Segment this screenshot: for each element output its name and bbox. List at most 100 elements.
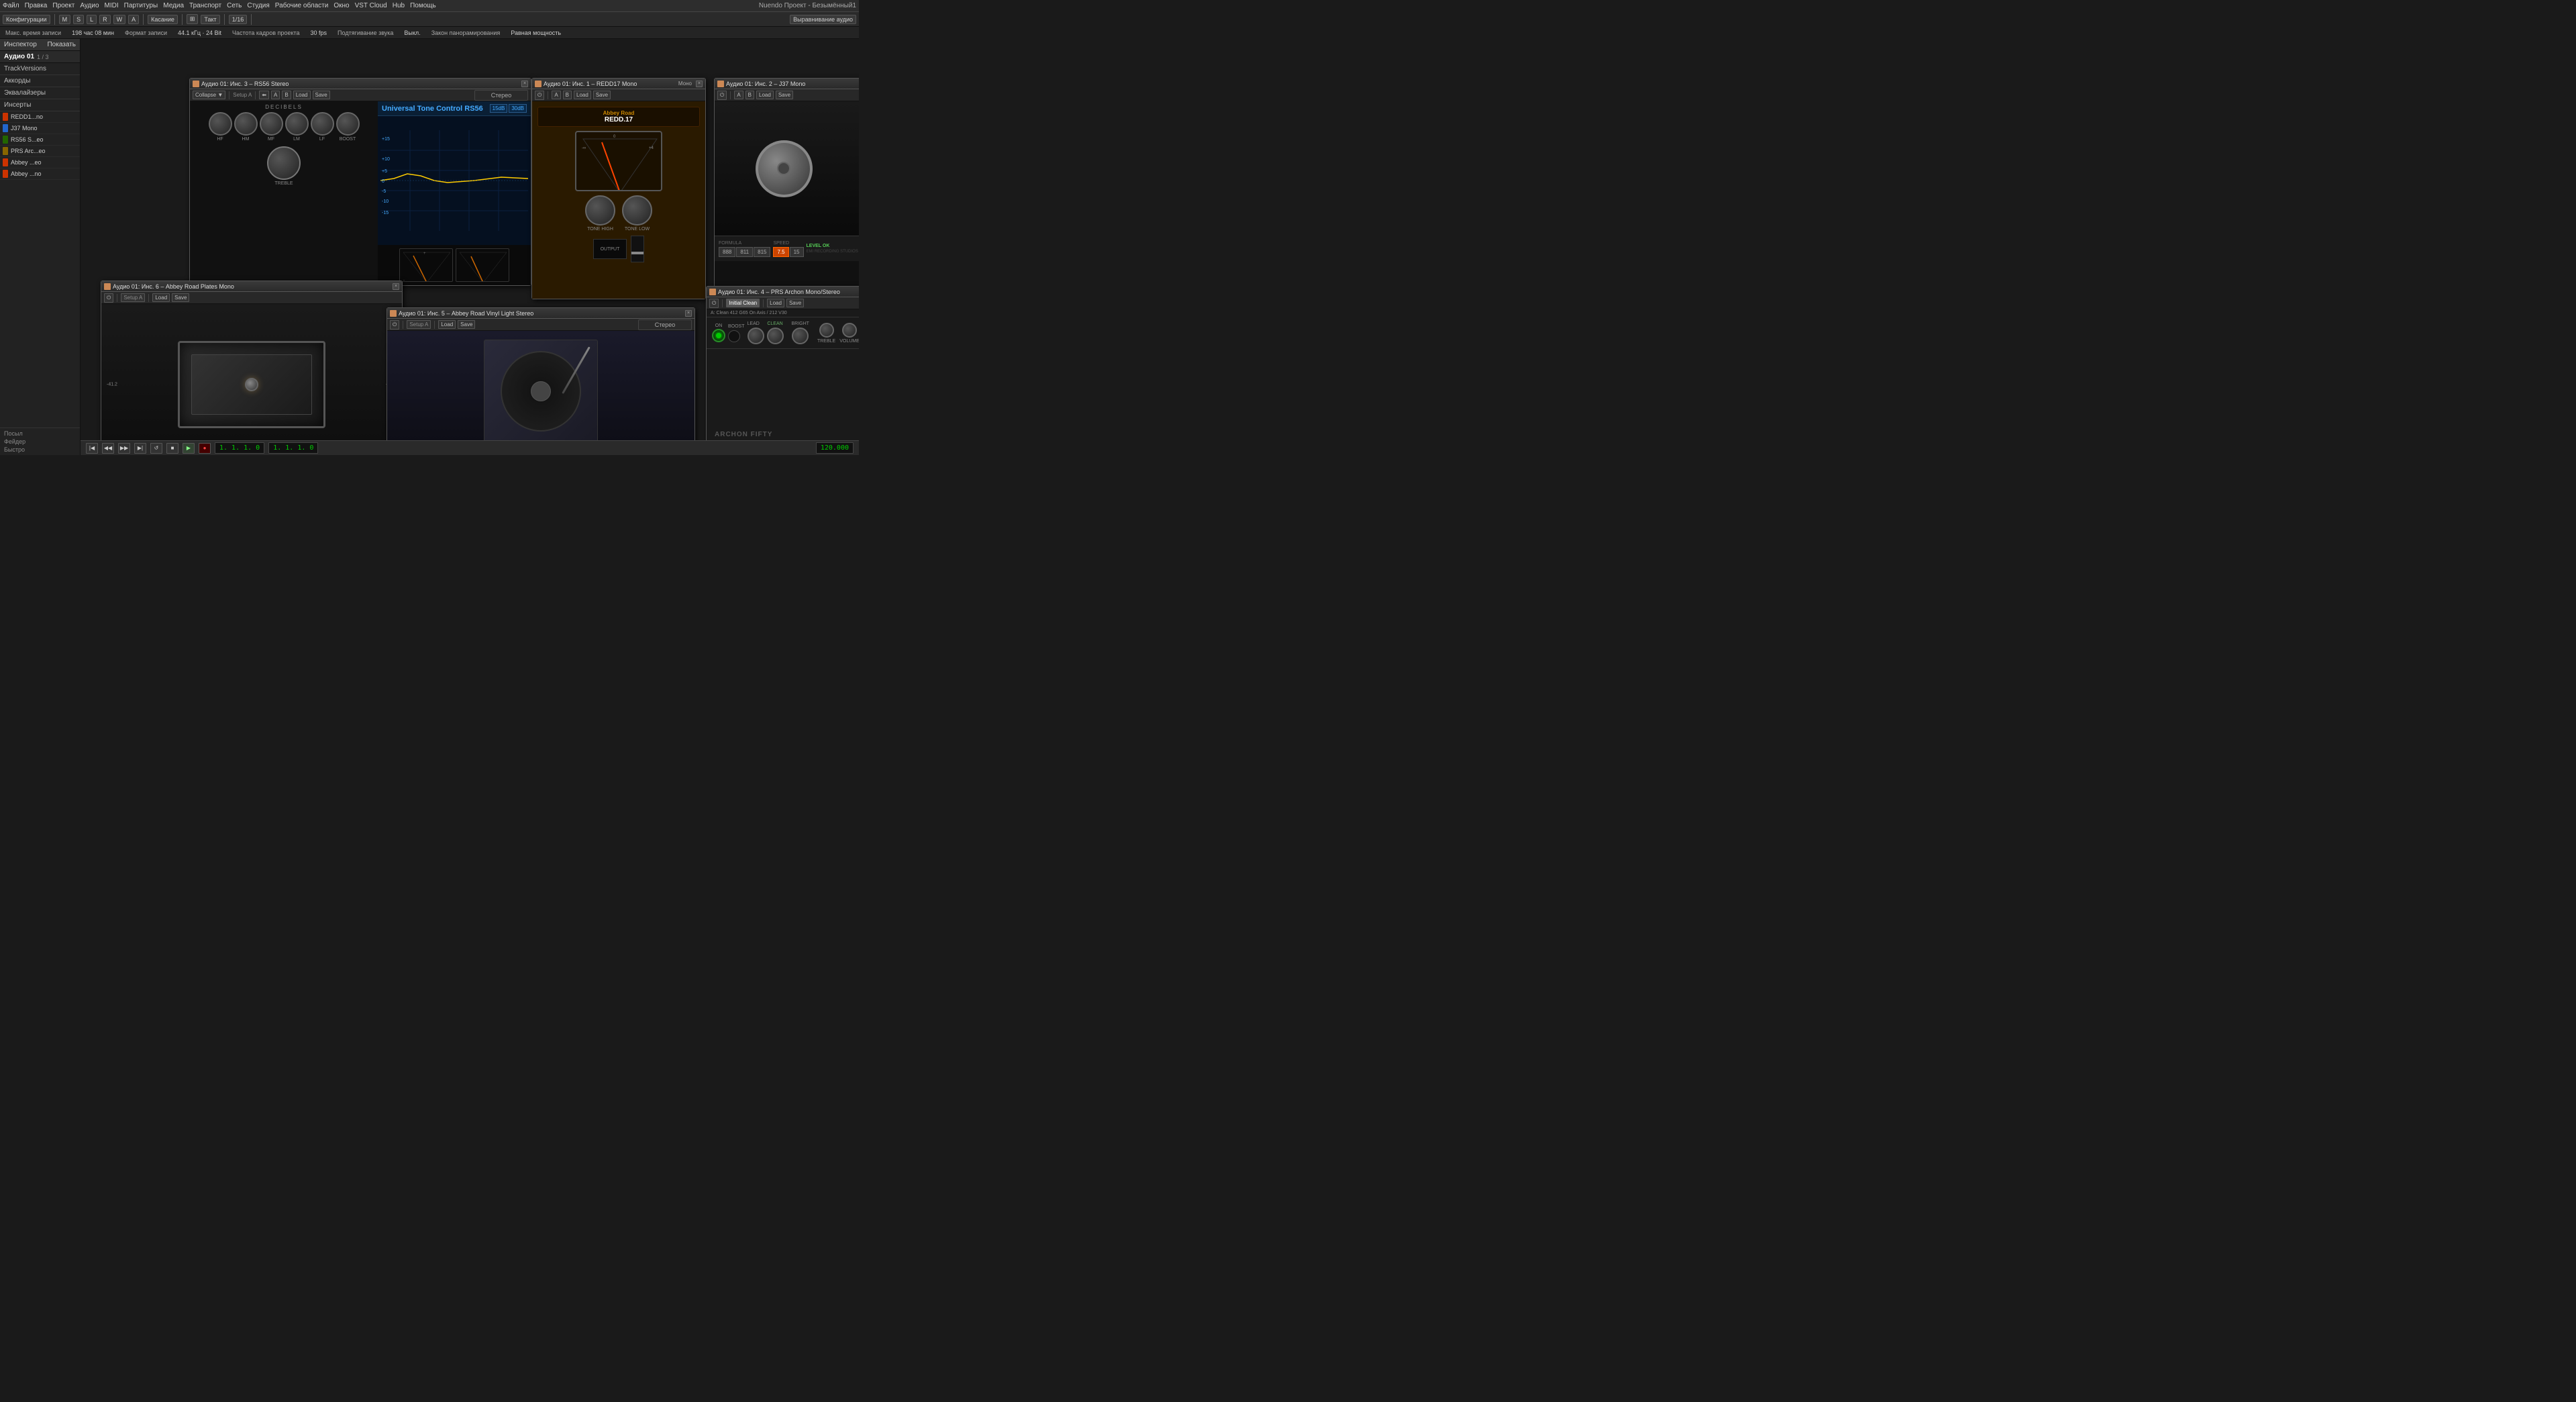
track-item-prs[interactable]: PRS Arc...eo bbox=[0, 146, 80, 157]
redd17-tone-low[interactable]: TONE LOW bbox=[622, 195, 652, 232]
archon-on-switch[interactable] bbox=[712, 329, 725, 342]
track-item-abbey1[interactable]: Abbey ...eo bbox=[0, 157, 80, 168]
j37-formula-888[interactable]: 888 bbox=[719, 247, 735, 257]
redd17-close-btn[interactable]: × bbox=[696, 81, 703, 87]
j37-speed-75[interactable]: 7.5 bbox=[773, 247, 788, 257]
archon-title-bar[interactable]: Аудио 01: Инс. 4 – PRS Archon Mono/Stere… bbox=[707, 287, 859, 297]
archon-clean-knob[interactable] bbox=[767, 328, 784, 344]
archon-bright-knob[interactable] bbox=[792, 328, 809, 344]
transport-rewind[interactable]: ◀◀ bbox=[102, 443, 114, 454]
vinyl-load[interactable]: Load bbox=[438, 320, 456, 329]
redd17-power[interactable]: ⏻ bbox=[535, 91, 544, 100]
menu-help[interactable]: Помощь bbox=[410, 2, 436, 9]
rs56-title-bar[interactable]: Аудио 01: Инс. 3 – RS56 Stereo × bbox=[190, 79, 531, 89]
rs56-knob-5[interactable]: LF bbox=[311, 112, 334, 142]
vinyl-title-bar[interactable]: Аудио 01: Инс. 5 – Abbey Road Vinyl Ligh… bbox=[387, 308, 694, 319]
transport-fastforward[interactable]: ▶▶ bbox=[118, 443, 130, 454]
toolbar-s[interactable]: S bbox=[73, 15, 84, 24]
track-item-rs56[interactable]: RS56 S...eo bbox=[0, 134, 80, 146]
archon-power[interactable]: ⏻ bbox=[709, 299, 719, 308]
j37-power[interactable]: ⏻ bbox=[717, 91, 727, 100]
archon-middle-knob[interactable]: VOLUME bbox=[839, 323, 859, 344]
rs56-15db-btn[interactable]: 15dB bbox=[490, 104, 508, 113]
transport-record[interactable]: ● bbox=[199, 443, 211, 454]
menu-audio[interactable]: Аудио bbox=[80, 2, 99, 9]
plates-load[interactable]: Load bbox=[152, 293, 170, 302]
toolbar-config-btn[interactable]: Конфигурации bbox=[3, 15, 50, 24]
menu-score[interactable]: Партитуры bbox=[124, 2, 158, 9]
menu-midi[interactable]: MIDI bbox=[105, 2, 119, 9]
rs56-knob-6[interactable]: BOOST bbox=[336, 112, 360, 142]
j37-title-bar[interactable]: Аудио 01: Инс. 2 – J37 Mono × bbox=[715, 79, 859, 89]
archon-preset-name[interactable]: Initial Clean bbox=[726, 299, 760, 307]
j37-a[interactable]: A bbox=[734, 91, 743, 99]
rs56-knob-1[interactable]: HF bbox=[209, 112, 232, 142]
j37-load[interactable]: Load bbox=[756, 91, 774, 99]
archon-boost-knob[interactable] bbox=[728, 330, 740, 342]
menu-workspaces[interactable]: Рабочие области bbox=[275, 2, 329, 9]
redd17-save[interactable]: Save bbox=[593, 91, 611, 99]
toolbar-quantize[interactable]: 1/16 bbox=[229, 15, 248, 24]
j37-speed-15[interactable]: 15 bbox=[790, 247, 804, 257]
redd17-drive-slider[interactable] bbox=[631, 236, 644, 262]
vinyl-save[interactable]: Save bbox=[458, 320, 475, 329]
inspector-section-trackversions[interactable]: TrackVersions bbox=[0, 63, 80, 75]
rs56-knob-4[interactable]: LM bbox=[285, 112, 309, 142]
plates-power[interactable]: ⏻ bbox=[104, 293, 113, 303]
archon-load[interactable]: Load bbox=[767, 299, 784, 307]
transport-play[interactable]: ▶ bbox=[183, 443, 195, 454]
plates-save[interactable]: Save bbox=[172, 293, 189, 302]
menu-hub[interactable]: Hub bbox=[393, 2, 405, 9]
redd17-b[interactable]: B bbox=[563, 91, 572, 99]
rs56-preset[interactable]: Стерео bbox=[474, 90, 528, 101]
menu-vst-cloud[interactable]: VST Cloud bbox=[355, 2, 387, 9]
archon-lead-knob[interactable] bbox=[748, 328, 764, 344]
vinyl-close-btn[interactable]: × bbox=[685, 310, 692, 317]
vinyl-power[interactable]: ⏻ bbox=[390, 320, 399, 330]
rs56-save[interactable]: Save bbox=[313, 91, 330, 99]
toolbar-touch[interactable]: Касание bbox=[148, 15, 178, 24]
toolbar-w[interactable]: W bbox=[113, 15, 126, 24]
toolbar-r[interactable]: R bbox=[99, 15, 111, 24]
track-item-j37[interactable]: J37 Mono bbox=[0, 123, 80, 134]
archon-save[interactable]: Save bbox=[786, 299, 804, 307]
toolbar-l[interactable]: L bbox=[87, 15, 97, 24]
j37-formula-815[interactable]: 815 bbox=[754, 247, 770, 257]
toolbar-align[interactable]: Выравнивание аудио bbox=[790, 15, 856, 24]
inspector-section-chords[interactable]: Аккорды bbox=[0, 75, 80, 87]
rs56-knob-2[interactable]: HM bbox=[234, 112, 258, 142]
toolbar-a[interactable]: A bbox=[128, 15, 139, 24]
j37-b[interactable]: B bbox=[745, 91, 754, 99]
j37-formula-811[interactable]: 811 bbox=[736, 247, 753, 257]
menu-project[interactable]: Проект bbox=[52, 2, 74, 9]
j37-save[interactable]: Save bbox=[776, 91, 793, 99]
rs56-load[interactable]: Load bbox=[293, 91, 311, 99]
transport-fastforward-end[interactable]: ▶| bbox=[134, 443, 146, 454]
track-item-abbey2[interactable]: Abbey ...no bbox=[0, 168, 80, 180]
menu-window[interactable]: Окно bbox=[333, 2, 349, 9]
plates-title-bar[interactable]: Аудио 01: Инс. 6 – Abbey Road Plates Mon… bbox=[101, 281, 402, 292]
rs56-bypass[interactable]: ⬅ bbox=[259, 91, 269, 99]
rs56-collapse[interactable]: Collapse ▼ bbox=[193, 91, 225, 99]
menu-network[interactable]: Сеть bbox=[227, 2, 242, 9]
redd17-a[interactable]: A bbox=[552, 91, 560, 99]
menu-media[interactable]: Медиа bbox=[163, 2, 184, 9]
inspector-section-eq[interactable]: Эквалайзеры bbox=[0, 87, 80, 99]
vinyl-preset[interactable]: Стерео bbox=[638, 319, 692, 330]
rs56-a-btn[interactable]: A bbox=[271, 91, 280, 99]
transport-loop[interactable]: ↺ bbox=[150, 443, 162, 454]
transport-stop[interactable]: ■ bbox=[166, 443, 178, 454]
toolbar-snap[interactable]: ⊞ bbox=[187, 14, 199, 24]
redd17-tone-high[interactable]: TONE HIGH bbox=[585, 195, 615, 232]
menu-transport[interactable]: Транспорт bbox=[189, 2, 221, 9]
menu-studio[interactable]: Студия bbox=[247, 2, 269, 9]
menu-edit[interactable]: Правка bbox=[25, 2, 48, 9]
toolbar-m[interactable]: M bbox=[59, 15, 71, 24]
rs56-close-btn[interactable]: × bbox=[521, 81, 528, 87]
rs56-knob-3[interactable]: MF bbox=[260, 112, 283, 142]
plates-close-btn[interactable]: × bbox=[393, 283, 399, 290]
transport-rewind-end[interactable]: |◀ bbox=[86, 443, 98, 454]
redd17-title-bar[interactable]: Аудио 01: Инс. 1 – REDD17 Mono Моно × bbox=[532, 79, 705, 89]
inspector-show[interactable]: Показать bbox=[47, 41, 76, 48]
rs56-b-btn[interactable]: B bbox=[282, 91, 291, 99]
